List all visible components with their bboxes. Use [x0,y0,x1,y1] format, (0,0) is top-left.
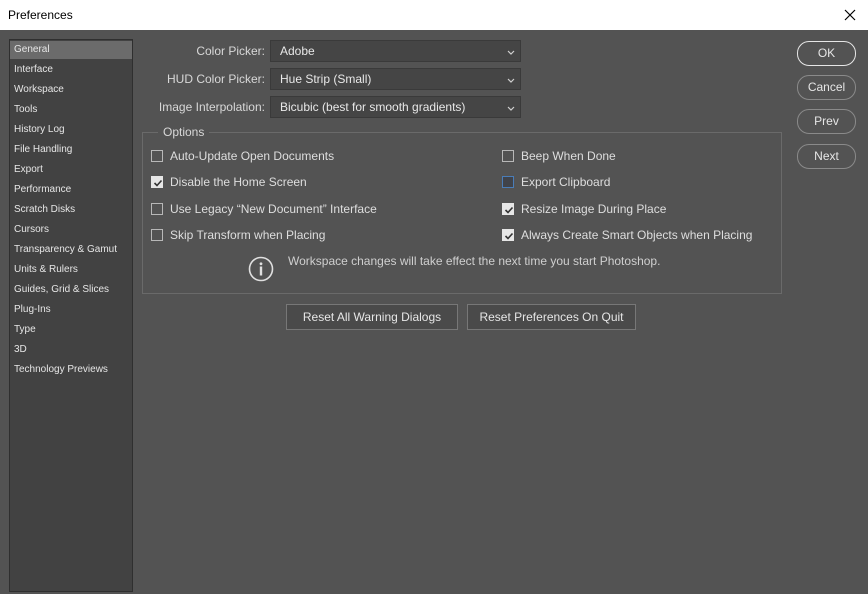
sidebar-item-performance[interactable]: Performance [10,181,132,199]
auto-update-label: Auto-Update Open Documents [170,149,335,163]
export-clipboard-checkbox[interactable] [502,176,514,188]
export-clipboard-label: Export Clipboard [521,175,611,189]
hud-color-picker-select[interactable]: Hue Strip (Small) [270,68,521,90]
color-picker-value: Adobe [280,44,315,58]
sidebar-item-type[interactable]: Type [10,321,132,339]
image-interpolation-select[interactable]: Bicubic (best for smooth gradients) [270,96,521,118]
sidebar-item-workspace[interactable]: Workspace [10,81,132,99]
disable-home-screen-label: Disable the Home Screen [170,175,307,189]
sidebar-item-plug-ins[interactable]: Plug-Ins [10,301,132,319]
image-interpolation-value: Bicubic (best for smooth gradients) [280,100,466,114]
reset-preferences-button[interactable]: Reset Preferences On Quit [467,304,636,330]
options-legend: Options [158,125,210,139]
ok-button[interactable]: OK [797,41,856,66]
chevron-down-icon [506,73,516,85]
info-message: Workspace changes will take effect the n… [288,254,661,268]
smart-objects-checkbox[interactable] [502,229,514,241]
reset-warning-dialogs-button[interactable]: Reset All Warning Dialogs [286,304,458,330]
sidebar-item-tools[interactable]: Tools [10,101,132,119]
disable-home-screen-checkbox[interactable] [151,176,163,188]
image-interpolation-label: Image Interpolation: [158,100,265,114]
legacy-new-document-label: Use Legacy “New Document” Interface [170,202,377,216]
sidebar-item-file-handling[interactable]: File Handling [10,141,132,159]
title-bar: Preferences [0,0,868,30]
beep-when-done-label: Beep When Done [521,149,616,163]
sidebar-item-scratch-disks[interactable]: Scratch Disks [10,201,132,219]
skip-transform-label: Skip Transform when Placing [170,228,326,242]
sidebar-item-cursors[interactable]: Cursors [10,221,132,239]
sidebar-item-guides-grid-slices[interactable]: Guides, Grid & Slices [10,281,132,299]
cancel-button[interactable]: Cancel [797,75,856,100]
smart-objects-label: Always Create Smart Objects when Placing [521,228,753,242]
sidebar-item-interface[interactable]: Interface [10,61,132,79]
check-icon [153,179,163,187]
sidebar-item-general[interactable]: General [10,41,132,59]
close-icon[interactable] [838,3,862,27]
check-icon [504,206,514,214]
sidebar-item-export[interactable]: Export [10,161,132,179]
window-title: Preferences [8,8,73,22]
skip-transform-checkbox[interactable] [151,229,163,241]
sidebar-item-history-log[interactable]: History Log [10,121,132,139]
resize-image-place-checkbox[interactable] [502,203,514,215]
color-picker-label: Color Picker: [196,44,265,58]
check-icon [504,232,514,240]
color-picker-select[interactable]: Adobe [270,40,521,62]
resize-image-place-label: Resize Image During Place [521,202,667,216]
hud-color-picker-label: HUD Color Picker: [166,72,265,86]
preferences-sidebar: General Interface Workspace Tools Histor… [9,39,133,592]
chevron-down-icon [506,45,516,57]
sidebar-item-units-rulers[interactable]: Units & Rulers [10,261,132,279]
next-button[interactable]: Next [797,144,856,169]
sidebar-item-transparency-gamut[interactable]: Transparency & Gamut [10,241,132,259]
sidebar-item-technology-previews[interactable]: Technology Previews [10,361,132,379]
legacy-new-document-checkbox[interactable] [151,203,163,215]
beep-when-done-checkbox[interactable] [502,150,514,162]
hud-color-picker-value: Hue Strip (Small) [280,72,372,86]
auto-update-checkbox[interactable] [151,150,163,162]
sidebar-item-3d[interactable]: 3D [10,341,132,359]
prev-button[interactable]: Prev [797,109,856,134]
chevron-down-icon [506,101,516,113]
info-icon [248,256,274,282]
